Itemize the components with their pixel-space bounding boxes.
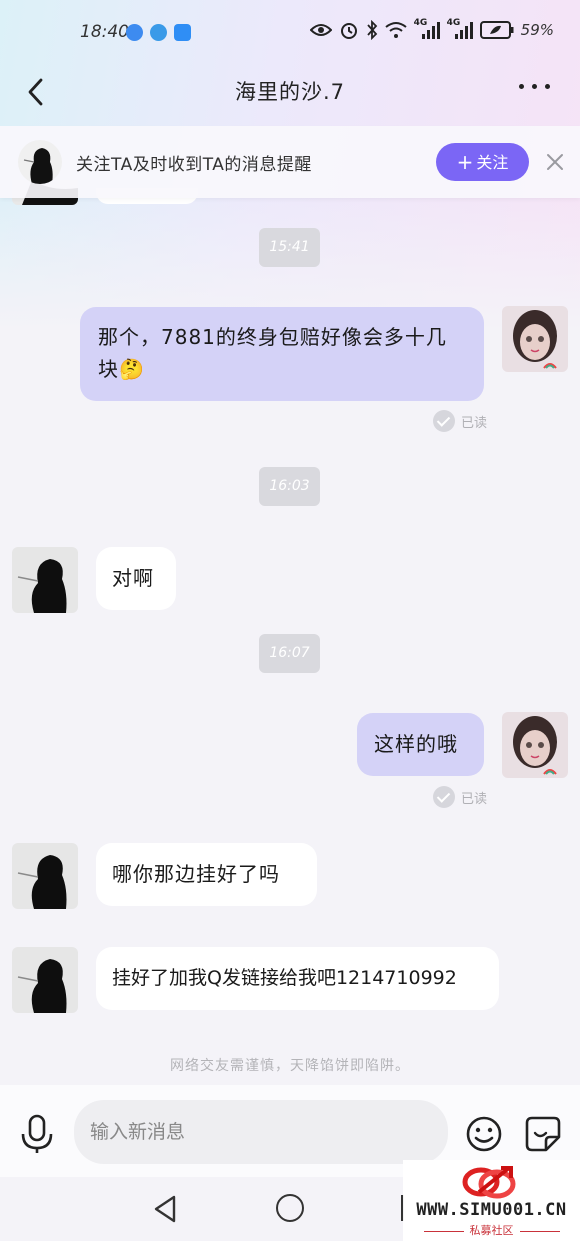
battery-percent: 59% bbox=[520, 21, 554, 39]
received-message-bubble[interactable]: 哪你那边挂好了吗 bbox=[96, 843, 317, 906]
plus-icon: + bbox=[456, 150, 474, 174]
contact-avatar[interactable] bbox=[12, 947, 78, 1013]
timestamp: 15:41 bbox=[259, 228, 320, 267]
network-type-1: 4G bbox=[413, 18, 428, 28]
watermark-logo-icon bbox=[462, 1166, 516, 1199]
cloud-app-icon bbox=[174, 24, 191, 41]
check-icon bbox=[433, 786, 455, 808]
message-text: 哪你那边挂好了吗 bbox=[112, 862, 280, 886]
network-type-2: 4G bbox=[446, 18, 461, 28]
alarm-icon bbox=[340, 23, 357, 39]
eye-icon bbox=[309, 24, 332, 36]
message-text-line-1: 那个，7881的终身包赔好像会多十几 bbox=[98, 325, 447, 349]
timestamp: 16:03 bbox=[259, 467, 320, 506]
watermark-site: WWW.SIMU001.CN bbox=[416, 1200, 567, 1220]
safety-notice: 网络交友需谨慎，天降馅饼即陷阱。 bbox=[170, 1058, 410, 1074]
battery-icon bbox=[479, 21, 514, 39]
read-label: 已读 bbox=[461, 791, 488, 807]
close-icon[interactable] bbox=[543, 148, 567, 176]
my-avatar[interactable] bbox=[502, 712, 568, 778]
signal-icon: 4G bbox=[413, 18, 440, 40]
sticker-icon[interactable] bbox=[524, 1115, 562, 1153]
status-bar: 18:40 4G 4G 59% bbox=[0, 0, 580, 66]
security-app-icon bbox=[126, 24, 143, 41]
nav-home-icon[interactable] bbox=[276, 1194, 304, 1222]
read-receipt: 已读 bbox=[433, 786, 487, 808]
wifi-icon bbox=[385, 22, 407, 38]
my-avatar[interactable] bbox=[502, 306, 568, 372]
page-title: 海里的沙.7 bbox=[234, 80, 346, 104]
received-message-bubble[interactable]: 挂好了加我Q发链接给我吧1214710992 bbox=[96, 947, 499, 1010]
contact-avatar[interactable] bbox=[12, 547, 78, 613]
read-receipt: 已读 bbox=[433, 410, 487, 432]
nav-back-icon[interactable] bbox=[152, 1194, 178, 1224]
browser-app-icon bbox=[150, 24, 167, 41]
sent-message-bubble[interactable]: 那个，7881的终身包赔好像会多十几 块🤔 bbox=[80, 307, 484, 401]
signal-icon-2: 4G bbox=[446, 18, 473, 40]
mic-icon[interactable] bbox=[18, 1114, 56, 1154]
follow-bar: 关注TA及时收到TA的消息提醒 + 关注 bbox=[0, 126, 580, 198]
status-time: 18:40 bbox=[80, 22, 129, 42]
read-label: 已读 bbox=[461, 415, 488, 431]
follow-prompt-text: 关注TA及时收到TA的消息提醒 bbox=[76, 155, 312, 175]
message-input[interactable]: 输入新消息 bbox=[74, 1100, 448, 1164]
chat-header: 海里的沙.7 bbox=[0, 66, 580, 116]
message-text: 这样的哦 bbox=[374, 732, 458, 756]
follow-button[interactable]: + 关注 bbox=[436, 143, 529, 181]
emoji-icon[interactable] bbox=[465, 1115, 503, 1153]
bluetooth-icon bbox=[366, 20, 377, 40]
watermark: WWW.SIMU001.CN 私募社区 bbox=[403, 1160, 580, 1241]
check-icon bbox=[433, 410, 455, 432]
more-icon[interactable] bbox=[519, 84, 550, 89]
message-text: 对啊 bbox=[112, 566, 154, 590]
contact-avatar[interactable] bbox=[12, 843, 78, 909]
follow-avatar[interactable] bbox=[18, 140, 62, 184]
sent-message-bubble[interactable]: 这样的哦 bbox=[357, 713, 484, 776]
follow-button-label: 关注 bbox=[476, 153, 509, 172]
message-text: 挂好了加我Q发链接给我吧1214710992 bbox=[112, 967, 457, 989]
timestamp: 16:07 bbox=[259, 634, 320, 673]
received-message-bubble[interactable]: 对啊 bbox=[96, 547, 176, 610]
watermark-subtitle: 私募社区 bbox=[403, 1222, 580, 1238]
message-text-line-2: 块🤔 bbox=[98, 357, 145, 381]
